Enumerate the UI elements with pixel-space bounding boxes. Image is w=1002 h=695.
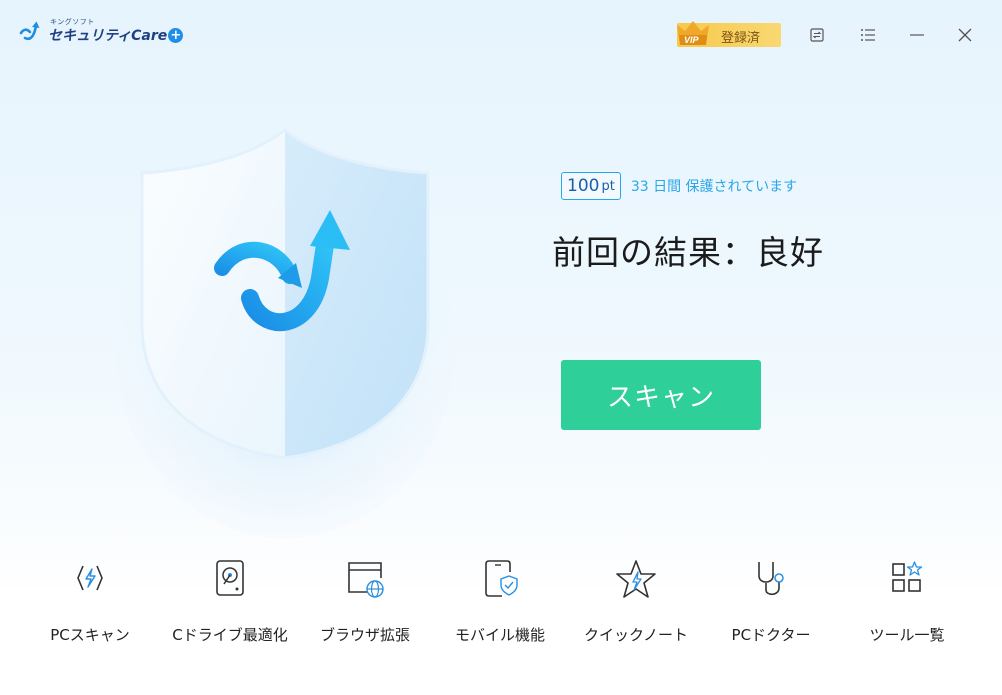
stethoscope-icon [758, 562, 784, 596]
phone-shield-icon [485, 560, 518, 597]
menu-icon [861, 29, 875, 41]
logo-arrow-icon [19, 21, 40, 41]
tool-pc-doctor[interactable]: PCドクター [711, 552, 831, 652]
tool-mobile[interactable]: モバイル機能 [440, 552, 560, 652]
star-note-icon [616, 560, 656, 598]
shield-illustration [110, 118, 460, 538]
crown-icon: VIP [677, 21, 709, 45]
logo-title-text: セキュリティCare [48, 27, 168, 44]
tool-label: ブラウザ拡張 [319, 626, 410, 644]
tool-label: Cドライブ最適化 [172, 626, 288, 644]
vip-crown-text: VIP [684, 35, 700, 45]
shield-icon [115, 128, 455, 538]
points-unit: pt [601, 178, 615, 194]
tool-label: モバイル機能 [454, 626, 545, 644]
tool-all-tools[interactable]: ツール一覧 [847, 552, 967, 652]
tool-c-drive[interactable]: Cドライブ最適化 [170, 552, 290, 652]
tool-label: PCスキャン [50, 626, 130, 644]
tool-browser-extension[interactable]: ブラウザ拡張 [305, 552, 425, 652]
logo-subtitle: キングソフト [50, 18, 95, 26]
close-icon [958, 28, 972, 42]
tool-label: ツール一覧 [869, 626, 945, 644]
minimize-button[interactable] [906, 24, 928, 46]
scan-button[interactable]: スキャン [561, 360, 761, 430]
tool-label: クイックノート [583, 626, 689, 644]
vip-status-label: 登録済 [721, 31, 761, 46]
tool-label: PCドクター [731, 626, 811, 644]
lightning-hexagon-icon [77, 565, 103, 591]
app-logo: キングソフト セキュリティCare + [18, 18, 184, 44]
feedback-icon [810, 28, 824, 42]
disk-icon [216, 560, 244, 596]
protection-days-text: 33 日間 保護されています [630, 179, 798, 195]
menu-button[interactable] [857, 24, 879, 46]
points-badge: 100 pt [561, 172, 621, 200]
tool-pc-scan[interactable]: PCスキャン [30, 552, 150, 652]
last-result-heading: 前回の結果：良好 [552, 233, 824, 272]
grid-star-icon [892, 561, 923, 592]
logo-plus-icon: + [168, 28, 184, 43]
vip-badge[interactable]: VIP 登録済 [677, 21, 781, 47]
browser-globe-icon [348, 562, 384, 598]
feedback-button[interactable] [806, 24, 828, 46]
tool-quick-note[interactable]: クイックノート [576, 552, 696, 652]
points-value: 100 [567, 176, 600, 196]
minimize-icon [910, 34, 924, 36]
protection-status: 100 pt 33 日間 保護されています [561, 172, 797, 200]
logo-title: セキュリティCare + [48, 27, 184, 44]
app-window: キングソフト セキュリティCare + VIP 登録済 100 pt 33 日間… [0, 0, 1002, 695]
close-button[interactable] [954, 24, 976, 46]
